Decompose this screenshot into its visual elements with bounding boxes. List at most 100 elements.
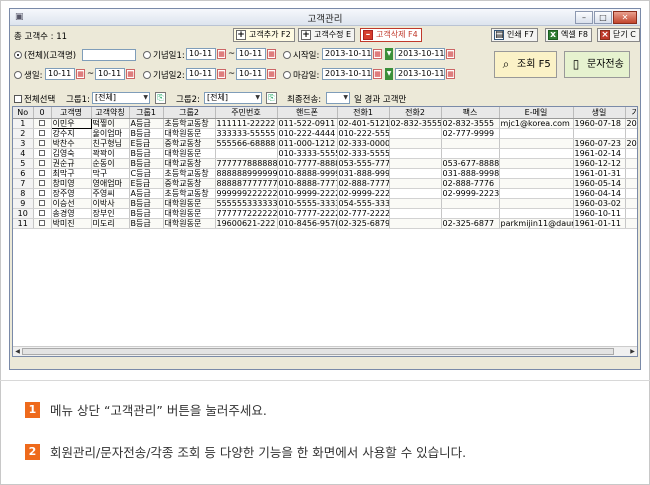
table-row[interactable]: 8 장주영 주영씨 A등급 초등학교동창 999999222222 010-9999-222… [13,188,637,199]
calendar-icon[interactable]: ▦ [217,69,226,79]
maximize-button[interactable]: □ [594,11,612,24]
table-row[interactable]: 6 최막구 막구 C등급 초등학교동창 888888999999 010-8888-9999… [13,168,637,179]
scroll-left-icon[interactable]: ◀ [13,347,22,356]
delete-customer-button[interactable]: – 고객삭제 F4 [360,28,422,42]
edit-customer-button[interactable]: + 고객수정 E [298,28,356,42]
row-checkbox[interactable] [33,198,52,209]
row-checkbox[interactable] [33,208,52,219]
deadline-from-input[interactable]: 2013-10-11 [322,68,372,80]
scrollbar-thumb[interactable] [22,348,614,355]
table-row[interactable]: 11 박미진 미도리 B등급 대학원동문 19600621-222 010-8456-957… [13,218,637,229]
minimize-button[interactable]: – [575,11,593,24]
table-row[interactable]: 9 이승선 이박사 B등급 대학원동문 555555333333 010-5555-3333… [13,198,637,209]
group2-select[interactable]: [전체] [204,92,262,104]
row-checkbox[interactable] [33,188,52,199]
deadline-to-input[interactable]: 2013-10-11 [395,68,445,80]
scroll-right-icon[interactable]: ▶ [628,347,637,356]
table-cell: 초등학교동창 [163,188,216,199]
anniv2-from-input[interactable]: 10-11 [186,68,216,80]
start-to-input[interactable]: 2013-10-11 [395,48,445,60]
toolbar: 총 고객수 : 11 + 고객추가 F2 + 고객수정 E – 고객삭제 F4 ▤ 인쇄… [10,26,640,44]
row-checkbox[interactable] [33,178,52,189]
search-button[interactable]: ⌕ 조회 F5 [494,51,557,78]
calendar-icon[interactable]: ▦ [446,69,455,79]
instruction-text: 회원관리/문자전송/각종 조회 등 다양한 기능을 한 화면에서 사용할 수 있… [50,445,467,460]
column-header[interactable]: No [13,107,34,119]
group-edit-icon[interactable]: ⎘ [155,92,166,104]
column-header[interactable]: 전화1 [337,107,390,119]
table-cell: 대학원동문 [163,218,216,229]
column-header[interactable]: E-메일 [499,107,574,119]
calendar-icon[interactable]: ▦ [126,69,135,79]
excel-button[interactable]: x 엑셀 F8 [545,28,592,42]
anniv1-to-input[interactable]: 10-11 [236,48,266,60]
birthday-to-input[interactable]: 10-11 [95,68,125,80]
group1-select[interactable]: [전체] [92,92,150,104]
calendar-icon[interactable]: ▦ [267,49,276,59]
deadline-radio[interactable]: 마감일: [283,69,319,81]
row-checkbox[interactable] [33,128,52,139]
column-header[interactable]: 핸드폰 [277,107,338,119]
column-header[interactable]: 0 [33,107,52,119]
column-header[interactable]: 주민번호 [215,107,278,119]
birthday-radio[interactable]: 생일: [14,69,43,81]
anniv2-to-input[interactable]: 10-11 [236,68,266,80]
table-row[interactable]: 3 박찬수 친구형님 E등급 중학교동창 555566-68888 011-000-1212… [13,138,637,149]
table-cell: 중학교동창 [163,178,216,189]
group-edit-icon[interactable]: ⎘ [266,92,277,104]
table-cell: 1961-01-31 [573,168,626,179]
horizontal-scrollbar[interactable]: ◀ ▶ [13,346,637,356]
all-radio[interactable]: (전체) [14,49,46,61]
table-cell: 02-9999-2222 [337,188,390,199]
row-checkbox[interactable] [33,148,52,159]
table-cell [625,188,637,199]
row-number: 6 [13,168,34,179]
table-row[interactable]: 10 송경영 장부인 B등급 대학원동문 777777222222 010-7777-222… [13,208,637,219]
table-row[interactable]: 5 권순규 순동이 B등급 대학교동창 777777888888 010-7777-8888… [13,158,637,169]
dropdown-arrow-icon[interactable]: ▼ [385,68,393,80]
select-all-checkbox[interactable]: 전체선택 [14,93,55,105]
column-header[interactable]: 그룹2 [163,107,216,119]
row-checkbox[interactable] [33,168,52,179]
calendar-icon[interactable]: ▦ [217,49,226,59]
days-select[interactable] [326,92,350,104]
anniv2-radio[interactable]: 기념일2: [143,69,185,81]
table-row[interactable]: 7 창미영 영애엄마 E등급 중학교동창 888887777777 010-8888-777… [13,178,637,189]
column-header[interactable]: 생일 [573,107,626,119]
table-row[interactable]: 4 김영숙 꽉꽉이 B등급 대학원동문 010-3333-5555 02-333-5555 1… [13,148,637,159]
table-cell: B등급 [129,148,164,159]
table-cell: A등급 [129,118,164,129]
anniv1-from-input[interactable]: 10-11 [186,48,216,60]
send-sms-button[interactable]: ▯ 문자전송 [564,51,630,78]
calendar-icon[interactable]: ▦ [373,69,382,79]
row-checkbox[interactable] [33,218,52,229]
row-checkbox[interactable] [33,138,52,149]
column-header[interactable]: 팩스 [441,107,500,119]
anniv1-radio[interactable]: 기념일1: [143,49,185,61]
calendar-icon[interactable]: ▦ [446,49,455,59]
close-button[interactable]: × 닫기 C [597,28,640,42]
row-checkbox[interactable] [33,118,52,129]
column-header[interactable]: 전화2 [389,107,442,119]
birthday-from-input[interactable]: 10-11 [45,68,75,80]
calendar-icon[interactable]: ▦ [76,69,85,79]
row-checkbox[interactable] [33,158,52,169]
calendar-icon[interactable]: ▦ [267,69,276,79]
column-header[interactable]: 기념 [625,107,637,119]
add-customer-button[interactable]: + 고객추가 F2 [233,28,295,42]
start-date-radio[interactable]: 시작일: [283,49,319,61]
column-header[interactable]: 고객약칭 [91,107,130,119]
column-header[interactable]: 고객명 [51,107,92,119]
window-title: 고객관리 [307,14,343,25]
table-row[interactable]: 1 이민우 떡찧이 A등급 초등학교동창 111111-22222 011-522-0911… [13,118,637,129]
table-row[interactable]: 2 강수지 울이엄마 B등급 대학원동문 333333-55555 010-222-4444… [13,128,637,139]
dropdown-arrow-icon[interactable]: ▼ [385,48,393,60]
table-cell [625,128,637,139]
close-window-button[interactable]: ✕ [613,11,637,24]
calendar-icon[interactable]: ▦ [373,49,382,59]
column-header[interactable]: 그룹1 [129,107,164,119]
customer-name-input[interactable] [82,49,136,61]
table-cell: 1961-02-14 [573,148,626,159]
start-from-input[interactable]: 2013-10-11 [322,48,372,60]
print-button[interactable]: ▤ 인쇄 F7 [491,28,538,42]
